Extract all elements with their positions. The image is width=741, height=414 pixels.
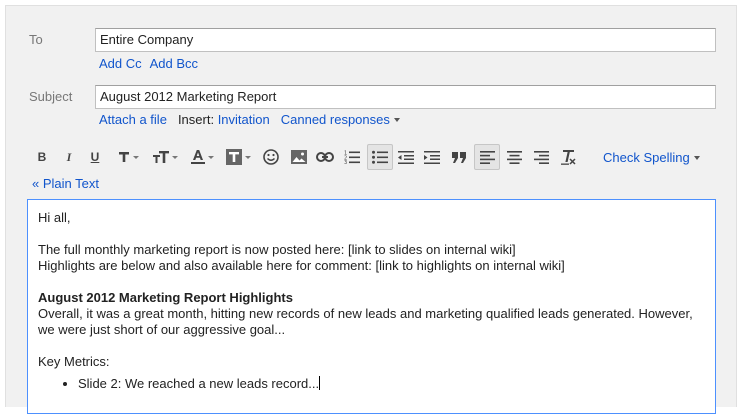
insert-link-button[interactable] (315, 144, 335, 170)
subject-label: Subject (29, 89, 73, 104)
subject-input[interactable]: August 2012 Marketing Report (95, 85, 716, 109)
chevron-down-icon (393, 117, 400, 122)
attach-file-link[interactable]: Attach a file (99, 112, 167, 127)
smiley-icon (263, 149, 279, 165)
list-item: Slide 2: We reached a new leads record..… (78, 376, 705, 392)
list-item-text: Slide 2: We reached a new leads record..… (78, 376, 320, 391)
numbered-list-button[interactable]: 123 (342, 144, 362, 170)
font-icon (118, 152, 129, 162)
align-center-icon (506, 150, 522, 164)
font-size-icon (152, 151, 169, 163)
chevron-down-icon (693, 155, 700, 160)
highlight-color-button[interactable] (224, 144, 252, 170)
chevron-down-icon (244, 155, 251, 159)
indent-less-button[interactable] (396, 144, 416, 170)
canned-responses-link[interactable]: Canned responses (281, 112, 400, 127)
align-right-icon (533, 150, 549, 164)
report-link-line: The full monthly marketing report is now… (38, 242, 516, 257)
chevron-down-icon (132, 155, 139, 159)
bulleted-list-icon (372, 150, 388, 164)
message-body-editor[interactable]: Hi all, The full monthly marketing repor… (27, 199, 716, 414)
quote-icon (452, 151, 466, 163)
align-left-icon (479, 150, 495, 164)
font-size-button[interactable] (150, 144, 180, 170)
indent-less-icon (398, 150, 414, 164)
quote-button[interactable] (449, 144, 469, 170)
to-label: To (29, 32, 43, 47)
italic-button[interactable]: I (61, 144, 77, 170)
invitation-link[interactable]: Invitation (218, 112, 270, 127)
overview-paragraph: Overall, it was a great month, hitting n… (38, 306, 693, 337)
to-input[interactable]: Entire Company (95, 28, 716, 52)
check-spelling-button[interactable]: Check Spelling (603, 150, 700, 165)
indent-more-button[interactable] (422, 144, 442, 170)
align-left-button[interactable] (474, 144, 500, 170)
add-bcc-link[interactable]: Add Bcc (150, 56, 198, 71)
text-color-button[interactable] (188, 144, 216, 170)
underline-button[interactable]: U (87, 144, 103, 170)
indent-more-icon (424, 150, 440, 164)
metrics-list: Slide 2: We reached a new leads record..… (38, 376, 705, 392)
chevron-down-icon (171, 155, 178, 159)
align-center-button[interactable] (503, 144, 525, 170)
insert-image-button[interactable] (289, 144, 309, 170)
key-metrics-label: Key Metrics: (38, 354, 110, 369)
bulleted-list-button[interactable] (367, 144, 393, 170)
insert-label: Insert: (177, 112, 215, 127)
check-spelling-label: Check Spelling (603, 150, 690, 165)
plain-text-link[interactable]: « Plain Text (32, 176, 99, 191)
align-right-button[interactable] (530, 144, 552, 170)
highlight-icon (225, 149, 242, 165)
add-cc-link[interactable]: Add Cc (99, 56, 142, 71)
image-icon (291, 150, 307, 164)
text-color-icon (190, 150, 205, 164)
attach-insert-row: Attach a file Insert: Invitation Canned re… (99, 112, 400, 127)
chevron-down-icon (207, 155, 214, 159)
svg-text:3: 3 (344, 160, 347, 164)
link-icon (316, 152, 334, 162)
greeting-text: Hi all, (38, 210, 71, 225)
numbered-list-icon: 123 (344, 151, 360, 164)
remove-formatting-icon (561, 149, 576, 165)
font-button[interactable] (114, 144, 142, 170)
emoticon-button[interactable] (261, 144, 281, 170)
canned-responses-label: Canned responses (280, 112, 390, 127)
bold-button[interactable]: B (34, 144, 50, 170)
remove-formatting-button[interactable] (558, 144, 580, 170)
highlights-heading: August 2012 Marketing Report Highlights (38, 290, 293, 305)
highlights-link-line: Highlights are below and also available … (38, 258, 565, 273)
text-cursor (319, 376, 321, 390)
cc-bcc-row: Add Cc Add Bcc (99, 56, 198, 71)
